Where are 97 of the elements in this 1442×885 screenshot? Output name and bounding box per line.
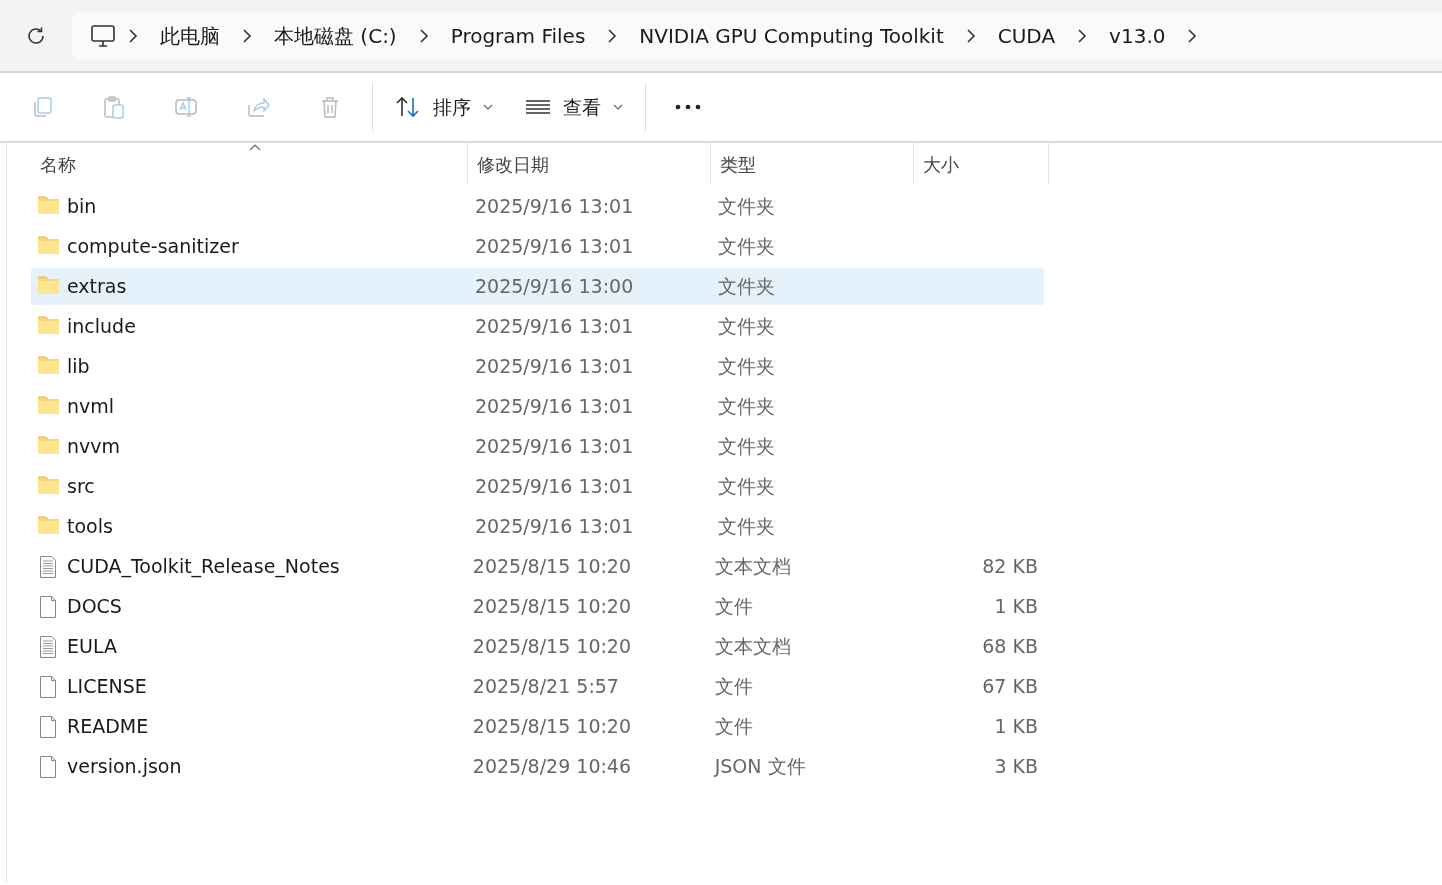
text-document-icon [37, 634, 59, 659]
modified-date: 2025/8/15 10:20 [471, 594, 633, 620]
file-size: 68 KB [981, 634, 1039, 660]
file-name: bin [67, 194, 97, 220]
file-row[interactable]: nvml 2025/9/16 13:01 文件夹 [31, 388, 1044, 425]
file-row[interactable]: CUDA_Toolkit_Release_Notes 2025/8/15 10:20 文本文档 82 KB [31, 548, 1044, 585]
blank-file-icon [37, 674, 59, 699]
file-size: 1 KB [993, 714, 1039, 740]
file-row[interactable]: nvvm 2025/9/16 13:01 文件夹 [31, 428, 1044, 465]
breadcrumb-item[interactable]: CUDA [987, 20, 1066, 51]
sort-ascending-icon [249, 143, 261, 151]
file-row[interactable]: LICENSE 2025/8/21 5:57 文件 67 KB [31, 668, 1044, 705]
modified-date: 2025/9/16 13:01 [474, 434, 635, 460]
file-row[interactable]: lib 2025/9/16 13:01 文件夹 [31, 348, 1044, 385]
text-document-icon [37, 554, 59, 579]
file-name: LICENSE [67, 674, 147, 700]
file-type: 文本文档 [713, 554, 792, 580]
breadcrumb-item[interactable]: v13.0 [1099, 20, 1176, 51]
file-row[interactable]: include 2025/9/16 13:01 文件夹 [31, 308, 1044, 345]
file-row[interactable]: README 2025/8/15 10:20 文件 1 KB [31, 708, 1044, 745]
modified-date: 2025/9/16 13:01 [474, 474, 635, 500]
file-type: 文件夹 [717, 314, 776, 340]
file-name: src [67, 474, 95, 500]
column-header[interactable]: 大小 [914, 143, 1049, 185]
file-name: tools [67, 514, 113, 540]
file-name: nvml [67, 394, 115, 420]
modified-date: 2025/8/15 10:20 [471, 554, 633, 580]
more-icon[interactable] [675, 104, 701, 110]
file-size: 82 KB [981, 554, 1039, 580]
file-row[interactable]: EULA 2025/8/15 10:20 文本文档 68 KB [31, 628, 1044, 665]
file-size: 3 KB [993, 754, 1039, 780]
chevron-icon[interactable] [607, 27, 618, 44]
file-type: 文件夹 [717, 194, 776, 220]
file-type: 文件夹 [717, 274, 776, 300]
chevron-icon[interactable] [1187, 27, 1198, 44]
column-header[interactable]: 名称 [31, 143, 468, 185]
breadcrumb-item[interactable]: 本地磁盘 (C:) [264, 20, 407, 51]
modified-date: 2025/9/16 13:00 [474, 274, 635, 300]
file-row[interactable]: bin 2025/9/16 13:01 文件夹 [31, 188, 1044, 225]
file-type: 文件夹 [717, 234, 776, 260]
file-name: DOCS [67, 594, 122, 620]
file-type: JSON 文件 [712, 754, 807, 780]
file-name: CUDA_Toolkit_Release_Notes [67, 554, 340, 580]
file-row[interactable]: version.json 2025/8/29 10:46 JSON 文件 3 KB [31, 748, 1044, 785]
sort-arrows-icon [395, 95, 421, 119]
file-name: nvvm [67, 434, 121, 460]
blank-file-icon [37, 714, 59, 739]
column-header[interactable]: 类型 [711, 143, 914, 185]
file-name: version.json [67, 754, 182, 780]
file-row[interactable]: DOCS 2025/8/15 10:20 文件 1 KB [31, 588, 1044, 625]
file-type: 文件夹 [717, 474, 776, 500]
sort-button[interactable]: 排序 [379, 84, 509, 130]
file-type: 文件夹 [717, 394, 776, 420]
modified-date: 2025/8/21 5:57 [471, 674, 620, 700]
modified-date: 2025/9/16 13:01 [474, 234, 635, 260]
file-type: 文件 [713, 714, 754, 740]
file-row[interactable]: tools 2025/9/16 13:01 文件夹 [31, 508, 1044, 545]
breadcrumb-item[interactable]: Program Files [440, 20, 596, 51]
chevron-icon[interactable] [128, 27, 138, 44]
blank-file-icon [37, 754, 59, 779]
file-name: extras [67, 274, 127, 300]
caret-icon [613, 103, 623, 111]
file-row[interactable]: extras 2025/9/16 13:00 文件夹 [31, 268, 1044, 305]
file-name: lib [67, 354, 90, 380]
modified-date: 2025/9/16 13:01 [474, 314, 635, 340]
file-size: 1 KB [993, 594, 1039, 620]
file-size: 67 KB [981, 674, 1039, 700]
file-type: 文件 [713, 594, 754, 620]
computer-icon[interactable] [90, 23, 116, 48]
modified-date: 2025/8/29 10:46 [471, 754, 633, 780]
chevron-icon[interactable] [965, 27, 976, 44]
modified-date: 2025/9/16 13:01 [474, 354, 635, 380]
modified-date: 2025/8/15 10:20 [471, 714, 633, 740]
column-header[interactable]: 修改日期 [468, 143, 711, 185]
file-type: 文件夹 [717, 514, 776, 540]
modified-date: 2025/9/16 13:01 [474, 514, 635, 540]
file-type: 文件 [713, 674, 754, 700]
file-type: 文件夹 [717, 434, 776, 460]
file-row[interactable]: src 2025/9/16 13:01 文件夹 [31, 468, 1044, 505]
file-type: 文本文档 [713, 634, 792, 660]
file-type: 文件夹 [717, 354, 776, 380]
breadcrumb-item[interactable]: 此电脑 [150, 20, 230, 51]
modified-date: 2025/9/16 13:01 [474, 394, 635, 420]
chevron-icon[interactable] [242, 27, 252, 44]
caret-icon [483, 103, 493, 111]
file-name: README [67, 714, 149, 740]
file-row[interactable]: compute-sanitizer 2025/9/16 13:01 文件夹 [31, 228, 1044, 265]
file-name: EULA [67, 634, 117, 660]
chevron-icon[interactable] [418, 27, 429, 44]
file-name: compute-sanitizer [67, 234, 239, 260]
file-name: include [67, 314, 136, 340]
breadcrumb-item[interactable]: NVIDIA GPU Computing Toolkit [629, 20, 954, 51]
view-button[interactable]: 查看 [509, 84, 639, 130]
chevron-icon[interactable] [1077, 27, 1088, 44]
modified-date: 2025/9/16 13:01 [474, 194, 635, 220]
modified-date: 2025/8/15 10:20 [471, 634, 633, 660]
blank-file-icon [37, 594, 59, 619]
